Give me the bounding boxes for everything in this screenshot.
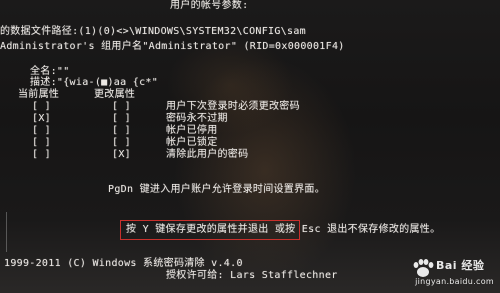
attribute-label: 清除此用户的密码 bbox=[166, 149, 249, 160]
copyright-line: 1999-2011 (C) Windows 系统密码清除 v.4.0 bbox=[4, 258, 243, 269]
attribute-label: 用户下次登录时必须更改密码 bbox=[166, 101, 300, 112]
screen-divider bbox=[6, 212, 7, 252]
save-or-exit-hint: 按 Y 键保存更改的属性并退出 或按 Esc 退出不保存修改的属性。 bbox=[126, 224, 441, 235]
attribute-label: 帐户已停用 bbox=[166, 125, 218, 136]
screen-title: 用户的帐号参数: bbox=[170, 0, 249, 11]
change-checkbox[interactable]: [ ] bbox=[112, 113, 131, 125]
current-checkbox: [X] bbox=[32, 113, 51, 124]
current-checkbox: [ ] bbox=[32, 137, 51, 148]
change-checkbox[interactable]: [ ] bbox=[112, 101, 131, 113]
change-checkbox[interactable]: [ ] bbox=[112, 137, 131, 149]
change-checkbox[interactable]: [X] bbox=[112, 149, 131, 161]
current-checkbox: [ ] bbox=[32, 101, 51, 112]
sam-path-line: 的数据文件路径:(1)(0)<>\WINDOWS\SYSTEM32\CONFIG… bbox=[0, 26, 306, 37]
change-checkbox[interactable]: [ ] bbox=[112, 125, 131, 137]
group-name-line: Administrator's 组用户名"Administrator" (RID… bbox=[0, 41, 345, 52]
baidu-jingyan-watermark: Bai 经验 jingyan.baidu.com bbox=[406, 251, 494, 291]
watermark-brand: Bai 经验 bbox=[436, 259, 485, 272]
attribute-label: 密码永不过期 bbox=[166, 113, 228, 124]
license-line: 授权许可给: Lars Stafflechner bbox=[166, 270, 338, 281]
description-line: 描述:"{wia-(■)aa {c*" bbox=[30, 77, 158, 89]
attribute-label: 帐户已锁定 bbox=[166, 137, 218, 148]
current-checkbox: [ ] bbox=[32, 125, 51, 136]
paw-icon bbox=[413, 259, 434, 277]
pgdn-hint: PgDn 键进入用户账户允许登录时间设置界面。 bbox=[108, 184, 326, 195]
current-attributes-header: 当前属性 bbox=[18, 89, 60, 100]
change-attributes-header: 更改属性 bbox=[94, 89, 136, 100]
description-text: 描述:"{wia-(■)aa {c*" bbox=[30, 77, 159, 88]
dos-screen: 用户的帐号参数: 的数据文件路径:(1)(0)<>\WINDOWS\SYSTEM… bbox=[0, 0, 500, 293]
watermark-site: jingyan.baidu.com bbox=[415, 277, 494, 286]
current-checkbox: [ ] bbox=[32, 149, 51, 160]
